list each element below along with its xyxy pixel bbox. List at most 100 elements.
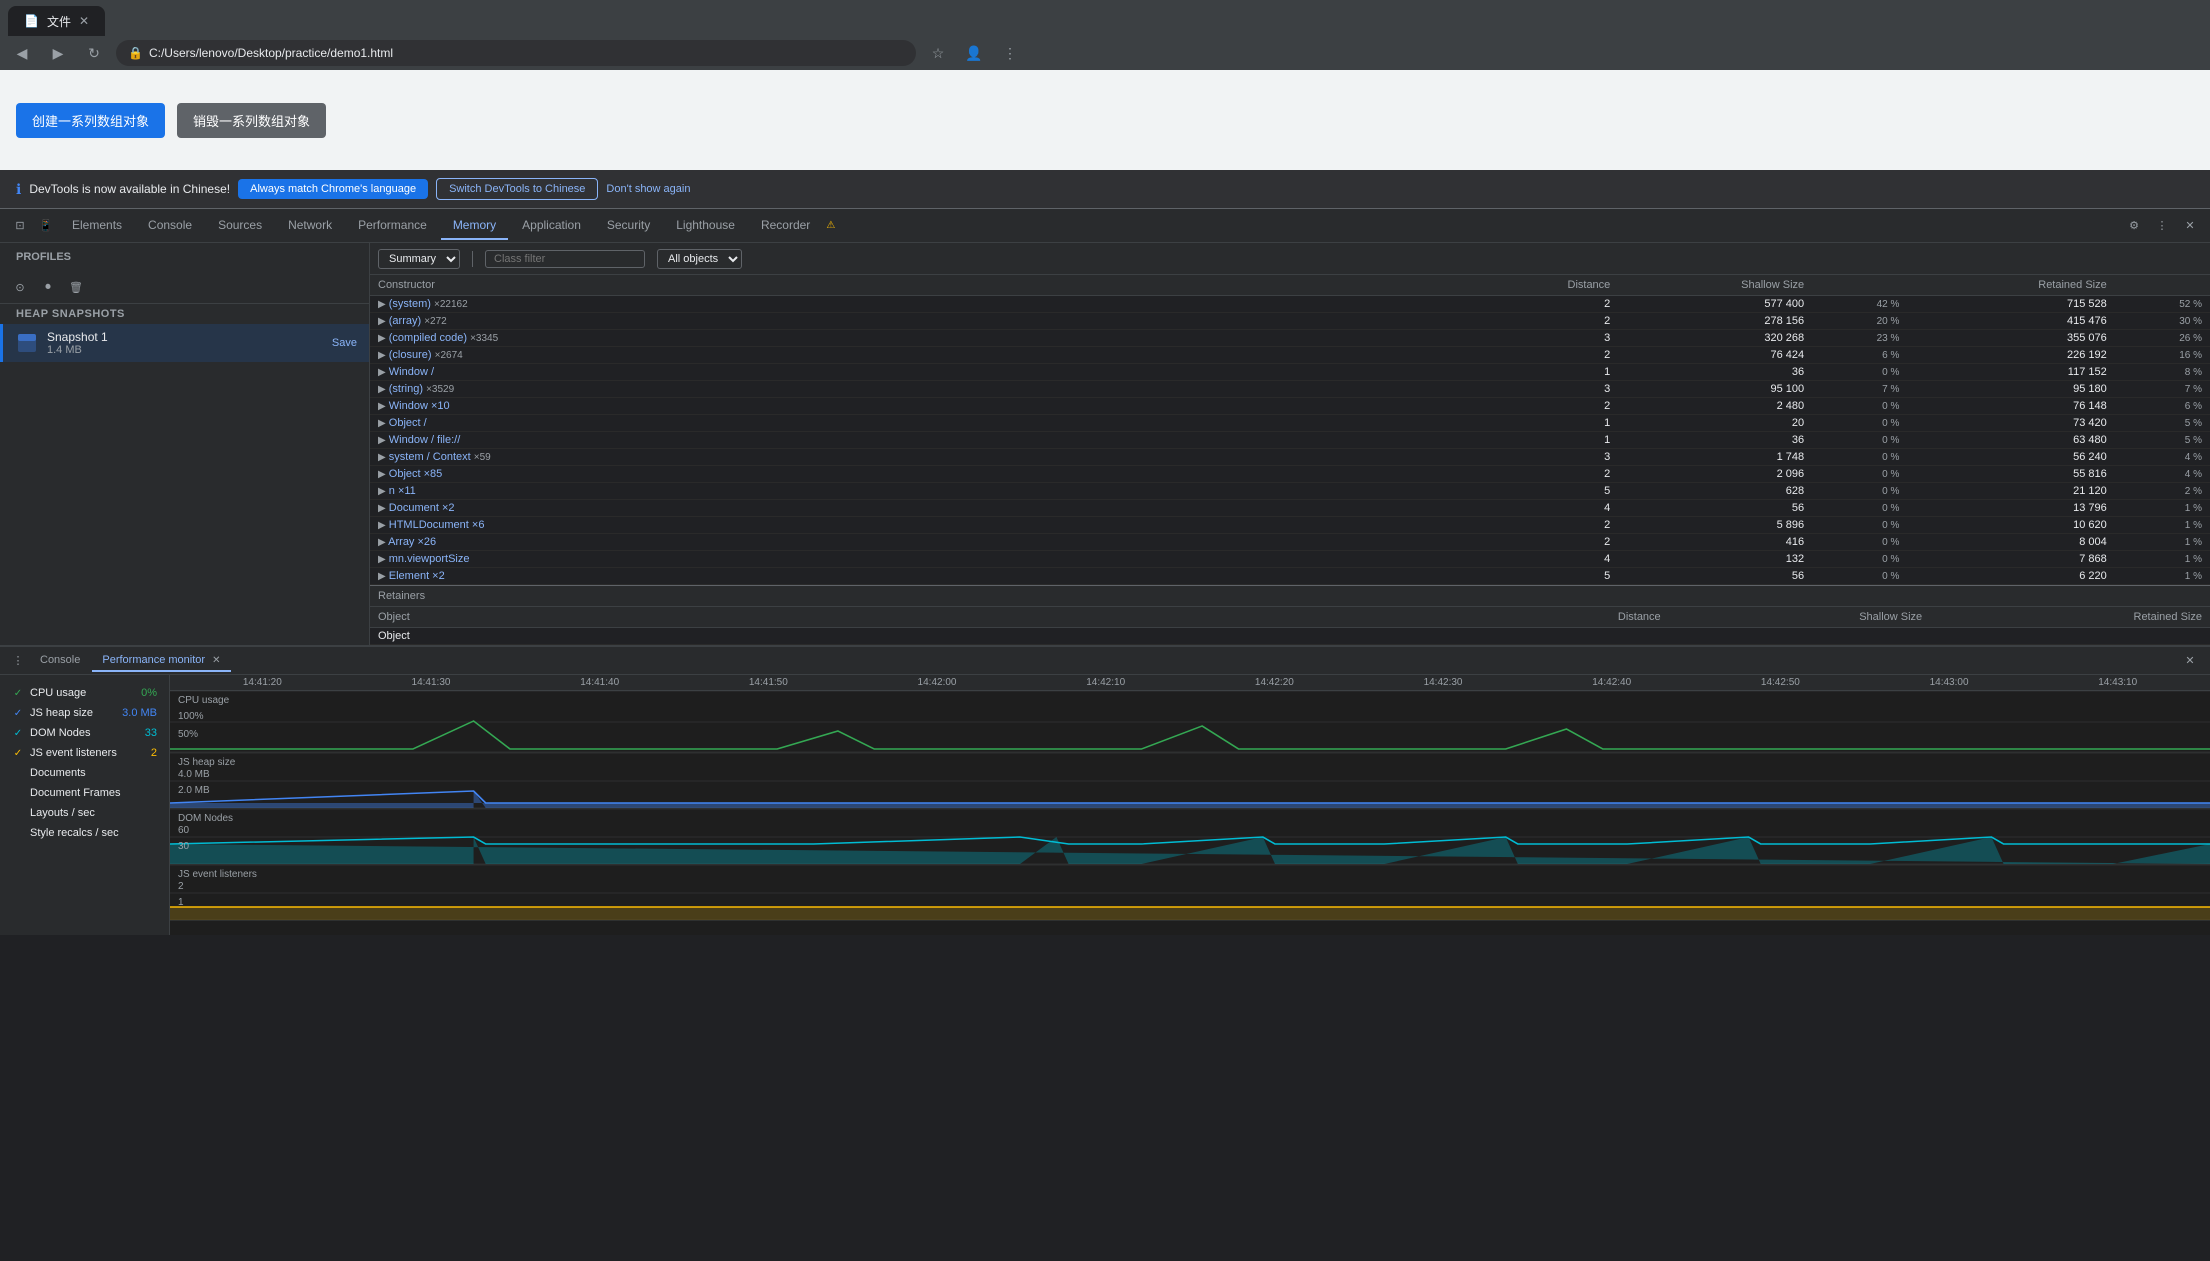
tab-console-bottom[interactable]: Console bbox=[30, 650, 90, 672]
class-filter-input[interactable] bbox=[485, 250, 645, 268]
perf-metric-item[interactable]: Documents bbox=[0, 763, 169, 783]
destroy-array-button[interactable]: 销毁一系列数组对象 bbox=[177, 103, 326, 138]
tab-network[interactable]: Network bbox=[276, 212, 344, 240]
expand-arrow[interactable]: ▶ bbox=[378, 316, 386, 327]
table-row[interactable]: ▶ Window / file:// 1 36 0 % 63 480 5 % bbox=[370, 432, 2210, 449]
table-row[interactable]: ▶ Window ×10 2 2 480 0 % 76 148 6 % bbox=[370, 398, 2210, 415]
tab-perf-monitor[interactable]: Performance monitor ✕ bbox=[92, 650, 230, 672]
tab-sources[interactable]: Sources bbox=[206, 212, 274, 240]
shallow-size-cell: 76 424 bbox=[1618, 347, 1812, 364]
expand-arrow[interactable]: ▶ bbox=[378, 435, 386, 446]
table-row[interactable]: ▶ (closure) ×2674 2 76 424 6 % 226 192 1… bbox=[370, 347, 2210, 364]
table-row[interactable]: ▶ Document ×2 4 56 0 % 13 796 1 % bbox=[370, 500, 2210, 517]
shallow-pct-cell: 7 % bbox=[1812, 381, 1907, 398]
table-row[interactable]: ▶ (array) ×272 2 278 156 20 % 415 476 30… bbox=[370, 313, 2210, 330]
create-array-button[interactable]: 创建一系列数组对象 bbox=[16, 103, 165, 138]
perf-metric-item[interactable]: ✓ CPU usage 0% bbox=[0, 683, 169, 703]
table-row[interactable]: ▶ Array ×26 2 416 0 % 8 004 1 % bbox=[370, 534, 2210, 551]
browser-tab[interactable]: 📄 文件 ✕ bbox=[8, 6, 105, 36]
delete-icon[interactable]: 🗑 bbox=[64, 275, 88, 299]
distance-cell: 2 bbox=[1474, 517, 1618, 534]
always-match-button[interactable]: Always match Chrome's language bbox=[238, 179, 428, 199]
tab-lighthouse[interactable]: Lighthouse bbox=[664, 212, 747, 240]
profile-button[interactable]: 👤 bbox=[960, 39, 988, 67]
tab-security[interactable]: Security bbox=[595, 212, 662, 240]
tab-console[interactable]: Console bbox=[136, 212, 204, 240]
table-row[interactable]: ▶ mn.viewportSize 4 132 0 % 7 868 1 % bbox=[370, 551, 2210, 568]
close-devtools-icon[interactable]: ✕ bbox=[2178, 214, 2202, 238]
bookmark-button[interactable]: ☆ bbox=[924, 39, 952, 67]
snapshot-save-link[interactable]: Save bbox=[332, 337, 357, 349]
reload-button[interactable]: ↻ bbox=[80, 39, 108, 67]
address-box[interactable]: 🔒 C:/Users/lenovo/Desktop/practice/demo1… bbox=[116, 40, 916, 66]
retainers-col-object: Object bbox=[370, 607, 1474, 628]
snapshot-1-item[interactable]: Snapshot 1 1.4 MB Save bbox=[0, 324, 369, 362]
tab-performance[interactable]: Performance bbox=[346, 212, 439, 240]
expand-arrow[interactable]: ▶ bbox=[378, 503, 386, 514]
perf-metric-item[interactable]: ✓ DOM Nodes 33 bbox=[0, 723, 169, 743]
device-icon[interactable]: 📱 bbox=[34, 214, 58, 238]
expand-arrow[interactable]: ▶ bbox=[378, 418, 386, 429]
table-row[interactable]: ▶ (system) ×22162 2 577 400 42 % 715 528… bbox=[370, 296, 2210, 313]
expand-arrow[interactable]: ▶ bbox=[378, 367, 386, 378]
distance-cell: 4 bbox=[1474, 551, 1618, 568]
dont-show-again-link[interactable]: Don't show again bbox=[606, 183, 690, 195]
constructor-cell: ▶ Document ×2 bbox=[370, 500, 1474, 517]
perf-metric-name: Document Frames bbox=[30, 787, 120, 799]
all-objects-select[interactable]: All objects bbox=[657, 249, 742, 269]
tab-close-icon[interactable]: ✕ bbox=[79, 14, 89, 28]
expand-arrow[interactable]: ▶ bbox=[378, 350, 386, 361]
table-row[interactable]: ▶ Window / 1 36 0 % 117 152 8 % bbox=[370, 364, 2210, 381]
bottom-close-icon[interactable]: ✕ bbox=[2178, 649, 2202, 673]
expand-arrow[interactable]: ▶ bbox=[378, 401, 386, 412]
constructor-cell: ▶ (system) ×22162 bbox=[370, 296, 1474, 313]
constructor-cell: ▶ (closure) ×2674 bbox=[370, 347, 1474, 364]
take-snapshot-icon[interactable]: ⊙ bbox=[8, 275, 32, 299]
table-row[interactable]: ▶ (string) ×3529 3 95 100 7 % 95 180 7 % bbox=[370, 381, 2210, 398]
expand-arrow[interactable]: ▶ bbox=[378, 333, 386, 344]
more-button[interactable]: ⋮ bbox=[996, 39, 1024, 67]
constructor-cell: ▶ Object ×85 bbox=[370, 466, 1474, 483]
perf-monitor-close-icon[interactable]: ✕ bbox=[212, 655, 220, 666]
perf-check-icon bbox=[12, 767, 24, 779]
expand-arrow[interactable]: ▶ bbox=[378, 537, 386, 548]
switch-devtools-button[interactable]: Switch DevTools to Chinese bbox=[436, 178, 598, 200]
summary-select[interactable]: Summary bbox=[378, 249, 460, 269]
table-row[interactable]: ▶ HTMLDocument ×6 2 5 896 0 % 10 620 1 % bbox=[370, 517, 2210, 534]
perf-metric-item[interactable]: ✓ JS event listeners 2 bbox=[0, 743, 169, 763]
tab-application[interactable]: Application bbox=[510, 212, 593, 240]
perf-metric-item[interactable]: Layouts / sec bbox=[0, 803, 169, 823]
expand-arrow[interactable]: ▶ bbox=[378, 452, 386, 463]
perf-metric-item[interactable]: ✓ JS heap size 3.0 MB bbox=[0, 703, 169, 723]
inspect-icon[interactable]: ⊡ bbox=[8, 214, 32, 238]
tab-recorder[interactable]: Recorder bbox=[749, 212, 822, 240]
perf-metric-item[interactable]: Document Frames bbox=[0, 783, 169, 803]
expand-arrow[interactable]: ▶ bbox=[378, 299, 386, 310]
bottom-tab-menu-icon[interactable]: ⋮ bbox=[8, 651, 28, 671]
table-row[interactable]: ▶ system / Context ×59 3 1 748 0 % 56 24… bbox=[370, 449, 2210, 466]
more-options-icon[interactable]: ⋮ bbox=[2150, 214, 2174, 238]
table-row[interactable]: ▶ Object ×85 2 2 096 0 % 55 816 4 % bbox=[370, 466, 2210, 483]
settings-icon[interactable]: ⚙ bbox=[2122, 214, 2146, 238]
tab-elements[interactable]: Elements bbox=[60, 212, 134, 240]
perf-charts: 14:41:2014:41:3014:41:4014:41:5014:42:00… bbox=[170, 675, 2210, 935]
expand-arrow[interactable]: ▶ bbox=[378, 469, 386, 480]
tab-memory[interactable]: Memory bbox=[441, 212, 508, 240]
table-row[interactable]: ▶ n ×11 5 628 0 % 21 120 2 % bbox=[370, 483, 2210, 500]
forward-button[interactable]: ▶ bbox=[44, 39, 72, 67]
perf-metric-item[interactable]: Style recalcs / sec bbox=[0, 823, 169, 843]
distance-cell: 2 bbox=[1474, 313, 1618, 330]
start-recording-icon[interactable]: ⏺ bbox=[36, 275, 60, 299]
expand-arrow[interactable]: ▶ bbox=[378, 486, 386, 497]
expand-arrow[interactable]: ▶ bbox=[378, 520, 386, 531]
retained-size-cell: 117 152 bbox=[1907, 364, 2114, 381]
back-button[interactable]: ◀ bbox=[8, 39, 36, 67]
table-row[interactable]: ▶ Element ×2 5 56 0 % 6 220 1 % bbox=[370, 568, 2210, 585]
time-label: 14:41:50 bbox=[684, 677, 853, 688]
retained-size-cell: 13 796 bbox=[1907, 500, 2114, 517]
table-row[interactable]: ▶ (compiled code) ×3345 3 320 268 23 % 3… bbox=[370, 330, 2210, 347]
expand-arrow[interactable]: ▶ bbox=[378, 571, 386, 582]
table-row[interactable]: ▶ Object / 1 20 0 % 73 420 5 % bbox=[370, 415, 2210, 432]
expand-arrow[interactable]: ▶ bbox=[378, 384, 386, 395]
expand-arrow[interactable]: ▶ bbox=[378, 554, 386, 565]
